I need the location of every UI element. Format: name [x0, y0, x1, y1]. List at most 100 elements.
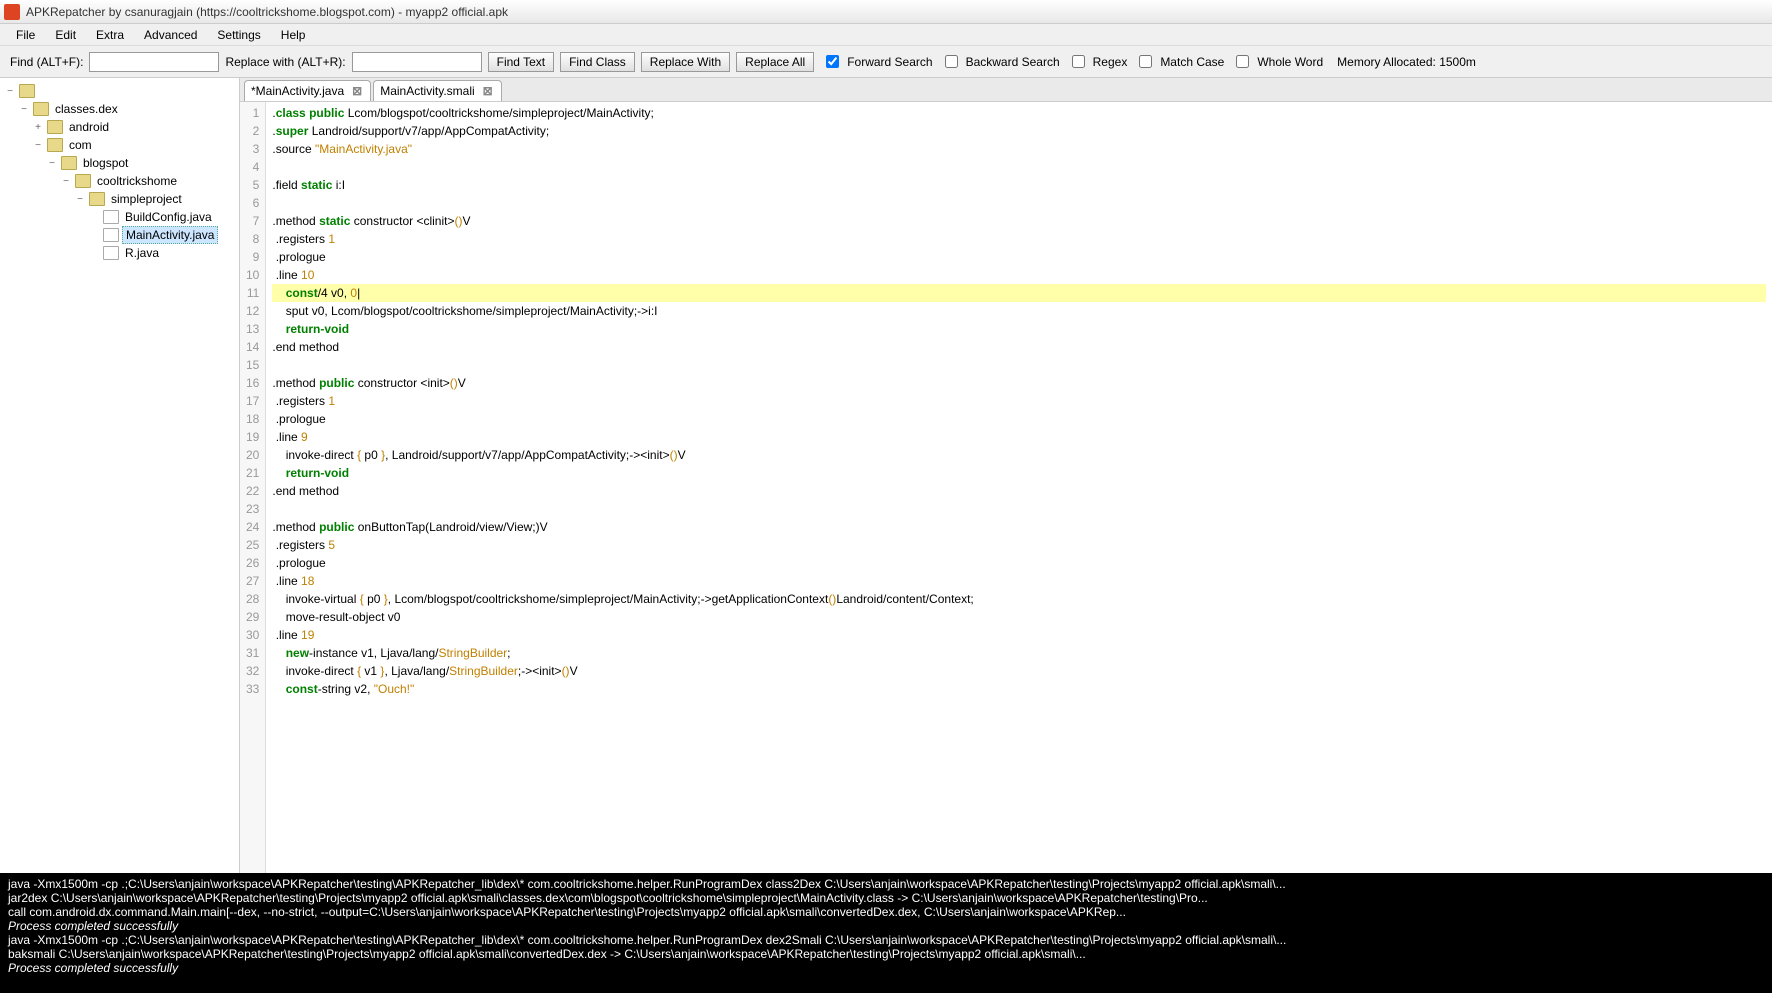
- forward-search-checkbox[interactable]: [826, 55, 839, 68]
- folder-icon: [47, 120, 63, 134]
- console-line: baksmali C:\Users\anjain\workspace\APKRe…: [8, 947, 1764, 961]
- code-lines[interactable]: .class public Lcom/blogspot/cooltricksho…: [266, 102, 1772, 873]
- code-line[interactable]: move-result-object v0: [272, 608, 1766, 626]
- memory-label: Memory Allocated: 1500m: [1337, 55, 1476, 69]
- tree-label: R.java: [122, 245, 162, 261]
- tree-node-blogspot[interactable]: − blogspot: [4, 154, 235, 172]
- replace-with-button[interactable]: Replace With: [641, 52, 730, 72]
- tab-label: *MainActivity.java: [251, 84, 344, 98]
- replace-all-button[interactable]: Replace All: [736, 52, 814, 72]
- editor-tabs: *MainActivity.java ⊠ MainActivity.smali …: [240, 78, 1772, 102]
- code-line[interactable]: .prologue: [272, 248, 1766, 266]
- code-line[interactable]: .source "MainActivity.java": [272, 140, 1766, 158]
- console-line: jar2dex C:\Users\anjain\workspace\APKRep…: [8, 891, 1764, 905]
- close-icon[interactable]: ⊠: [350, 84, 364, 98]
- code-line[interactable]: .method public constructor <init>()V: [272, 374, 1766, 392]
- menu-advanced[interactable]: Advanced: [134, 26, 207, 44]
- replace-input[interactable]: [352, 52, 482, 72]
- menu-help[interactable]: Help: [271, 26, 316, 44]
- backward-search-checkbox[interactable]: [945, 55, 958, 68]
- menu-edit[interactable]: Edit: [45, 26, 86, 44]
- tree-label: simpleproject: [108, 191, 185, 207]
- code-line[interactable]: [272, 356, 1766, 374]
- folder-icon: [89, 192, 105, 206]
- match-case-checkbox[interactable]: [1139, 55, 1152, 68]
- regex-label: Regex: [1093, 55, 1128, 69]
- tree-node-cooltrickshome[interactable]: − cooltrickshome: [4, 172, 235, 190]
- tree-file-buildconfig[interactable]: BuildConfig.java: [4, 208, 235, 226]
- code-line[interactable]: new-instance v1, Ljava/lang/StringBuilde…: [272, 644, 1766, 662]
- code-line[interactable]: .line 10: [272, 266, 1766, 284]
- code-line[interactable]: .prologue: [272, 554, 1766, 572]
- collapse-icon[interactable]: −: [4, 86, 16, 97]
- code-line[interactable]: return-void: [272, 464, 1766, 482]
- menu-settings[interactable]: Settings: [207, 26, 270, 44]
- tab-mainactivity-java[interactable]: *MainActivity.java ⊠: [244, 80, 371, 101]
- forward-search-label: Forward Search: [847, 55, 932, 69]
- code-line[interactable]: .method static constructor <clinit>()V: [272, 212, 1766, 230]
- expand-handle-icon[interactable]: −: [46, 158, 58, 169]
- tree-label: android: [66, 119, 112, 135]
- code-line[interactable]: .registers 1: [272, 230, 1766, 248]
- code-line[interactable]: .end method: [272, 338, 1766, 356]
- code-line[interactable]: const/4 v0, 0|: [272, 284, 1766, 302]
- line-gutter: 1234567891011121314151617181920212223242…: [240, 102, 266, 873]
- find-class-button[interactable]: Find Class: [560, 52, 635, 72]
- code-line[interactable]: .field static i:I: [272, 176, 1766, 194]
- tab-mainactivity-smali[interactable]: MainActivity.smali ⊠: [373, 80, 502, 101]
- tree-label: MainActivity.java: [122, 226, 218, 244]
- code-line[interactable]: .line 18: [272, 572, 1766, 590]
- replace-label: Replace with (ALT+R):: [225, 55, 345, 69]
- tree-toolbar: −: [4, 82, 235, 100]
- tree-file-mainactivity[interactable]: MainActivity.java: [4, 226, 235, 244]
- code-line[interactable]: .line 9: [272, 428, 1766, 446]
- code-line[interactable]: invoke-virtual { p0 }, Lcom/blogspot/coo…: [272, 590, 1766, 608]
- code-editor[interactable]: 1234567891011121314151617181920212223242…: [240, 102, 1772, 873]
- code-line[interactable]: .super Landroid/support/v7/app/AppCompat…: [272, 122, 1766, 140]
- code-line[interactable]: .class public Lcom/blogspot/cooltricksho…: [272, 104, 1766, 122]
- code-line[interactable]: const-string v2, "Ouch!": [272, 680, 1766, 698]
- regex-checkbox[interactable]: [1072, 55, 1085, 68]
- whole-word-checkbox[interactable]: [1236, 55, 1249, 68]
- tree-label: cooltrickshome: [94, 173, 180, 189]
- menu-extra[interactable]: Extra: [86, 26, 134, 44]
- tree-label: BuildConfig.java: [122, 209, 215, 225]
- expand-handle-icon[interactable]: −: [18, 104, 30, 115]
- find-text-button[interactable]: Find Text: [488, 52, 554, 72]
- folder-icon: [75, 174, 91, 188]
- code-line[interactable]: .end method: [272, 482, 1766, 500]
- app-icon: [4, 4, 20, 20]
- toolbar: Find (ALT+F): Replace with (ALT+R): Find…: [0, 46, 1772, 78]
- code-line[interactable]: return-void: [272, 320, 1766, 338]
- tree-node-simpleproject[interactable]: − simpleproject: [4, 190, 235, 208]
- tree-node-root[interactable]: − classes.dex: [4, 100, 235, 118]
- tree-file-r[interactable]: R.java: [4, 244, 235, 262]
- tree-node-com[interactable]: − com: [4, 136, 235, 154]
- code-line[interactable]: [272, 500, 1766, 518]
- code-line[interactable]: sput v0, Lcom/blogspot/cooltrickshome/si…: [272, 302, 1766, 320]
- expand-handle-icon[interactable]: −: [60, 176, 72, 187]
- code-line[interactable]: .line 19: [272, 626, 1766, 644]
- console-output[interactable]: java -Xmx1500m -cp .;C:\Users\anjain\wor…: [0, 873, 1772, 993]
- find-input[interactable]: [89, 52, 219, 72]
- code-line[interactable]: [272, 158, 1766, 176]
- close-icon[interactable]: ⊠: [481, 84, 495, 98]
- code-line[interactable]: invoke-direct { v1 }, Ljava/lang/StringB…: [272, 662, 1766, 680]
- code-line[interactable]: [272, 194, 1766, 212]
- expand-handle-icon[interactable]: −: [74, 194, 86, 205]
- code-line[interactable]: invoke-direct { p0 }, Landroid/support/v…: [272, 446, 1766, 464]
- menu-file[interactable]: File: [6, 26, 45, 44]
- tree-label: com: [66, 137, 95, 153]
- expand-handle-icon[interactable]: +: [32, 122, 44, 133]
- code-line[interactable]: .registers 1: [272, 392, 1766, 410]
- whole-word-label: Whole Word: [1257, 55, 1323, 69]
- editor-area: *MainActivity.java ⊠ MainActivity.smali …: [240, 78, 1772, 873]
- code-line[interactable]: .registers 5: [272, 536, 1766, 554]
- code-line[interactable]: .method public onButtonTap(Landroid/view…: [272, 518, 1766, 536]
- tree-node-android[interactable]: + android: [4, 118, 235, 136]
- titlebar: APKRepatcher by csanuragjain (https://co…: [0, 0, 1772, 24]
- folder-icon: [33, 102, 49, 116]
- code-line[interactable]: .prologue: [272, 410, 1766, 428]
- expand-handle-icon[interactable]: −: [32, 140, 44, 151]
- folder-icon: [47, 138, 63, 152]
